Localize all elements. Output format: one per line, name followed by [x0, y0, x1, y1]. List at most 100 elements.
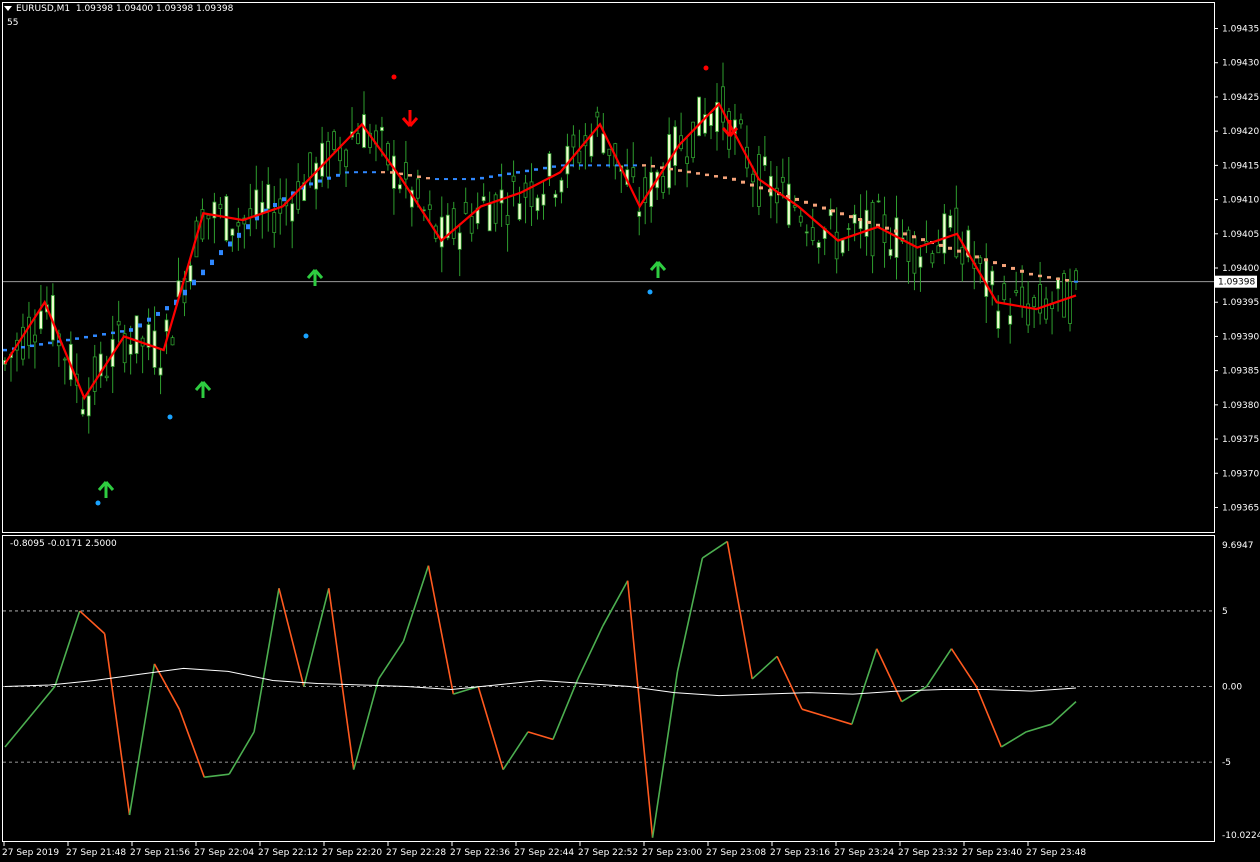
moving-average-dot: [1029, 272, 1033, 276]
oscillator-segment: [726, 541, 753, 680]
moving-average-dot: [219, 250, 223, 256]
oscillator-signal-line: [4, 667, 1077, 697]
oscillator-segment: [278, 588, 305, 687]
moving-average-dot: [1002, 264, 1006, 268]
time-axis-label: 27 Sep 23:24: [834, 848, 894, 858]
moving-average-dot: [534, 168, 538, 171]
moving-average-dot: [795, 197, 799, 201]
price-pane-border: [2, 2, 1215, 533]
candle-body: [1074, 270, 1078, 282]
candle-body: [906, 229, 911, 262]
oscillator-segment: [651, 671, 679, 838]
moving-average-dot: [543, 166, 547, 170]
candle-body: [62, 358, 67, 361]
oscillator-segment: [751, 655, 778, 680]
candle-body: [960, 246, 965, 265]
price-axis-label: 1.09380: [1222, 401, 1259, 411]
candle-body: [721, 86, 725, 123]
candle-body: [888, 248, 893, 257]
oscillator-segment: [901, 685, 927, 703]
candle-body: [33, 334, 37, 343]
oscillator-segment: [925, 648, 953, 687]
moving-average-dot: [975, 255, 979, 259]
moving-average-dot: [750, 183, 754, 187]
candle-body: [930, 253, 935, 264]
moving-average-dot: [336, 173, 340, 177]
moving-average-dot: [957, 249, 961, 253]
candle-body: [1014, 290, 1019, 294]
candle-body: [320, 142, 325, 177]
time-axis-label: 27 Sep 22:36: [450, 848, 510, 858]
chart-canvas[interactable]: 1.09435 1.09430 1.09425 1.09420 1.09415 1.094…: [0, 0, 1260, 862]
oscillator-segment: [552, 678, 579, 740]
price-axis-label: 1.09425: [1222, 93, 1259, 103]
oscillator-segment: [228, 731, 255, 775]
moving-average-dot: [1038, 274, 1042, 278]
moving-average-dot: [678, 169, 682, 172]
candle-body: [511, 175, 516, 182]
time-axis-label: 27 Sep 22:52: [578, 848, 638, 858]
candle-body: [104, 375, 109, 379]
price-pane[interactable]: [3, 62, 1214, 506]
candle-body: [661, 176, 666, 193]
moving-average-dot: [606, 164, 610, 167]
oscillator-segment: [975, 686, 1003, 748]
moving-average-dot: [480, 176, 484, 180]
candle-body: [589, 134, 594, 157]
moving-average-dot: [516, 171, 520, 174]
candle-body: [942, 213, 947, 254]
moving-average-dot: [228, 241, 232, 247]
oscillator-segment: [602, 580, 629, 627]
moving-average-dot: [840, 212, 844, 216]
red-signal-dot: [703, 65, 709, 71]
moving-average-dot: [309, 182, 313, 186]
candle-body: [697, 96, 701, 137]
oscillator-header: -0.8095 -0.0171 2.5000: [10, 539, 117, 549]
moving-average-dot: [318, 179, 322, 183]
moving-average-dot: [732, 177, 736, 181]
oscillator-segment: [1000, 731, 1027, 748]
candle-body: [595, 111, 600, 118]
moving-average-dot: [993, 261, 997, 265]
moving-average-dot: [210, 259, 214, 266]
time-axis-label: 27 Sep 2019: [2, 848, 59, 858]
candle-body: [164, 319, 169, 332]
price-axis-label: 1.09385: [1222, 367, 1259, 377]
moving-average-dot: [381, 171, 385, 174]
moving-average-dot: [804, 200, 808, 204]
arrow-up-icon: [97, 481, 115, 498]
moving-average-dot: [867, 220, 871, 224]
candle-body: [290, 203, 295, 222]
moving-average-dot: [705, 173, 709, 177]
price-axis-label: 1.09365: [1222, 503, 1259, 513]
moving-average-dot: [75, 337, 79, 340]
time-axis-label: 27 Sep 21:56: [130, 848, 190, 858]
candle-body: [116, 320, 121, 326]
candle-body: [356, 133, 360, 144]
moving-average-dot: [462, 178, 466, 181]
moving-average-dot: [273, 202, 277, 207]
moving-average-dot: [120, 330, 124, 333]
candle-body: [415, 178, 420, 199]
oscillator-segment: [377, 640, 405, 680]
candle-body: [517, 203, 522, 220]
moving-average-dot: [156, 311, 160, 316]
moving-average-dot: [417, 175, 421, 179]
candle-body: [834, 231, 839, 260]
time-axis-label: 27 Sep 22:44: [514, 848, 574, 858]
candle-body: [344, 149, 348, 168]
candle-body: [810, 227, 815, 241]
oscillator-segment: [1050, 701, 1077, 725]
moving-average-dot: [723, 176, 727, 180]
time-axis-label: 27 Sep 22:12: [258, 848, 318, 858]
triangle-down-icon[interactable]: [4, 6, 12, 11]
moving-average-dot: [1056, 277, 1060, 281]
moving-average-dot: [192, 279, 196, 286]
candle-body: [559, 179, 564, 193]
oscillator-pane[interactable]: [3, 540, 1214, 838]
candle-body: [637, 211, 642, 217]
candle-body: [134, 315, 139, 354]
moving-average-dot: [768, 189, 772, 193]
oscillator-segment: [178, 708, 206, 778]
oscillator-segment: [29, 686, 56, 718]
